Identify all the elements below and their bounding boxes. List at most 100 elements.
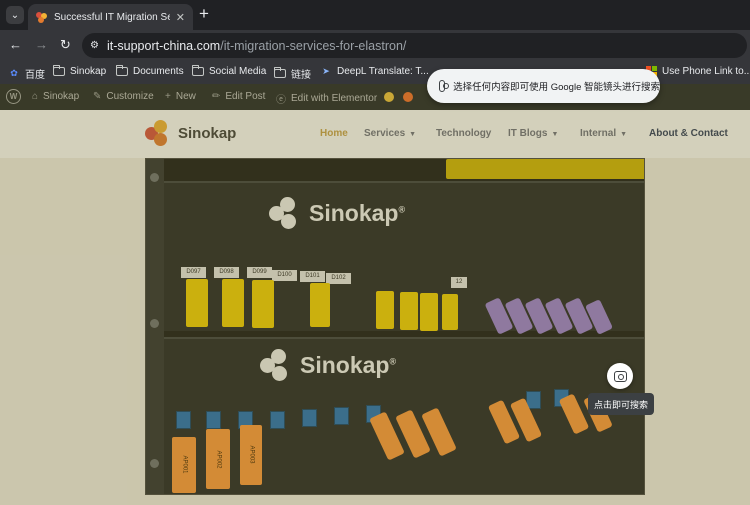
bookmark-label: DeepL Translate: T... bbox=[337, 66, 429, 77]
wp-new-label: New bbox=[175, 91, 196, 102]
wp-customize-link[interactable]: ✎ Customize bbox=[93, 91, 154, 102]
wp-elementor-link[interactable]: ⓔ Edit with Elementor bbox=[276, 91, 377, 106]
yellow-module bbox=[186, 279, 208, 327]
url-host: it-support-china.com bbox=[106, 38, 221, 53]
elementor-icon: ⓔ bbox=[276, 95, 286, 106]
sinokap-logo-icon bbox=[145, 118, 175, 148]
menu-services[interactable]: Services ▼ bbox=[364, 128, 416, 139]
menu-technology[interactable]: Technology bbox=[436, 128, 491, 139]
site-logo[interactable]: Sinokap bbox=[145, 118, 236, 148]
bookmark-social-media[interactable]: Social Media bbox=[192, 65, 267, 77]
menu-home-label: Home bbox=[320, 128, 348, 139]
menu-technology-label: Technology bbox=[436, 128, 492, 139]
home-icon: ⌂ bbox=[32, 91, 39, 102]
yellow-module bbox=[420, 293, 438, 331]
port-label: D099 bbox=[247, 267, 272, 278]
bookmark-documents[interactable]: Documents bbox=[116, 65, 184, 77]
brand-text: Sinokap bbox=[309, 199, 399, 226]
menu-it-blogs-label: IT Blogs bbox=[508, 128, 548, 139]
port-label: D101 bbox=[300, 271, 325, 282]
wp-edit-post-link[interactable]: ✏ Edit Post bbox=[212, 91, 265, 102]
bookmark-label: 百度 bbox=[25, 70, 45, 81]
sinokap-favicon-icon bbox=[36, 11, 47, 23]
plus-icon: + bbox=[165, 91, 171, 102]
brand-upper: Sinokap ® bbox=[269, 195, 405, 231]
site-info-icon[interactable]: ⚙ bbox=[90, 40, 99, 51]
bookmark-label: 链接 bbox=[291, 70, 311, 81]
bookmark-label: Use Phone Link to... bbox=[662, 66, 750, 77]
brush-icon: ✎ bbox=[93, 91, 102, 102]
lens-toast-text: 选择任何内容即可使用 Google 智能镜头进行搜索 bbox=[453, 82, 660, 93]
wp-edit-post-label: Edit Post bbox=[225, 91, 266, 102]
yellow-module bbox=[310, 283, 330, 327]
tab-title: Successful IT Migration Services bbox=[54, 11, 170, 23]
folder-icon bbox=[116, 65, 128, 77]
bookmark-sinokap[interactable]: Sinokap bbox=[53, 65, 107, 77]
seo-status-icon[interactable] bbox=[384, 92, 394, 102]
lens-search-button[interactable] bbox=[607, 363, 633, 389]
address-bar[interactable]: ⚙ it-support-china.com /it-migration-ser… bbox=[82, 33, 747, 58]
menu-it-blogs[interactable]: IT Blogs ▼ bbox=[508, 128, 558, 139]
plugin-status-icon[interactable] bbox=[403, 92, 413, 102]
forward-arrow-icon[interactable]: → bbox=[35, 36, 48, 54]
sinokap-logo-icon bbox=[260, 347, 296, 383]
tab-strip: ⌄ Successful IT Migration Services ✕ + bbox=[0, 0, 750, 30]
port-label: D102 bbox=[326, 273, 351, 284]
new-tab-button[interactable]: + bbox=[199, 5, 209, 23]
port-label: D100 bbox=[272, 270, 297, 281]
chevron-down-icon: ▼ bbox=[620, 131, 628, 138]
yellow-module bbox=[400, 292, 418, 330]
bookmark-links[interactable]: 链接 bbox=[274, 66, 311, 81]
logo-text: Sinokap bbox=[178, 124, 237, 142]
menu-services-label: Services bbox=[364, 128, 406, 139]
lens-tooltip: 点击即可搜索 bbox=[588, 393, 654, 415]
folder-icon bbox=[53, 65, 65, 77]
site-header: Sinokap Home Services ▼ Technology IT Blo… bbox=[0, 110, 750, 158]
close-icon[interactable]: ✕ bbox=[176, 11, 185, 24]
top-yellow-modules bbox=[446, 159, 644, 179]
wp-site-label: Sinokap bbox=[43, 91, 80, 102]
menu-about-contact[interactable]: About & Contact bbox=[649, 128, 728, 139]
google-lens-icon bbox=[613, 370, 627, 382]
brand-text: Sinokap bbox=[300, 351, 390, 378]
wp-elementor-label: Edit with Elementor bbox=[291, 93, 378, 104]
tab-search-button[interactable]: ⌄ bbox=[6, 6, 24, 24]
chevron-down-icon: ⌄ bbox=[10, 9, 20, 21]
bookmark-deepl[interactable]: ➤ DeepL Translate: T... bbox=[320, 66, 429, 77]
product-photo[interactable]: Sinokap ® D097 D098 D099 D100 D101 D102 1… bbox=[145, 158, 645, 495]
bookmark-label: Sinokap bbox=[70, 66, 107, 77]
module-label: AP002 bbox=[215, 450, 222, 469]
bookmark-label: Documents bbox=[133, 66, 184, 77]
reload-icon[interactable]: ↻ bbox=[60, 36, 71, 54]
google-lens-icon bbox=[439, 80, 450, 92]
yellow-module bbox=[222, 279, 244, 327]
browser-tab[interactable]: Successful IT Migration Services ✕ bbox=[28, 4, 193, 30]
baidu-icon: ✿ bbox=[10, 68, 18, 78]
wordpress-icon[interactable]: W bbox=[6, 89, 21, 104]
folder-icon bbox=[192, 65, 204, 77]
lens-toast: 选择任何内容即可使用 Google 智能镜头进行搜索 bbox=[427, 69, 660, 103]
bookmark-label: Social Media bbox=[209, 66, 267, 77]
browser-toolbar: ← → ↻ ⚙ it-support-china.com /it-migrati… bbox=[0, 30, 750, 60]
wp-site-link[interactable]: ⌂ Sinokap bbox=[32, 91, 79, 102]
panel-number: 12 bbox=[451, 277, 467, 288]
menu-internal-label: Internal bbox=[580, 128, 617, 139]
sinokap-logo-icon bbox=[269, 195, 305, 231]
menu-internal[interactable]: Internal ▼ bbox=[580, 128, 627, 139]
module-label: AP001 bbox=[181, 455, 188, 474]
bookmark-phone-link[interactable]: Use Phone Link to... bbox=[645, 66, 750, 77]
deepl-icon: ➤ bbox=[322, 66, 330, 76]
module-label: AP003 bbox=[248, 445, 255, 464]
menu-home[interactable]: Home bbox=[320, 128, 348, 139]
back-arrow-icon[interactable]: ← bbox=[9, 36, 22, 54]
wp-new-link[interactable]: + New bbox=[165, 91, 196, 102]
folder-icon bbox=[274, 67, 286, 79]
chevron-down-icon: ▼ bbox=[409, 131, 417, 138]
pencil-icon: ✏ bbox=[212, 91, 221, 102]
wp-customize-label: Customize bbox=[106, 91, 154, 102]
url-path: /it-migration-services-for-elastron/ bbox=[220, 38, 407, 53]
brand-lower: Sinokap ® bbox=[260, 347, 396, 383]
rack-rail bbox=[146, 159, 164, 494]
bookmark-baidu[interactable]: ✿ 百度 bbox=[8, 66, 45, 81]
chevron-down-icon: ▼ bbox=[551, 131, 559, 138]
